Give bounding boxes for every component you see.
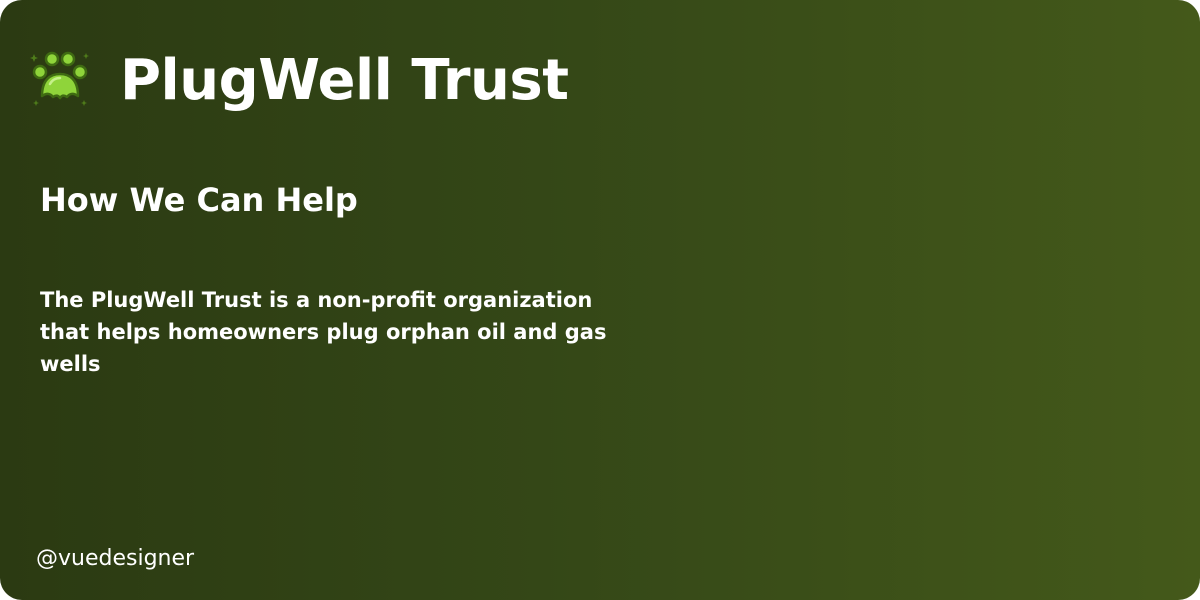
section-heading: How We Can Help <box>40 181 358 219</box>
brand-name: PlugWell Trust <box>120 48 569 113</box>
paw-icon <box>30 51 89 106</box>
social-card: PlugWell Trust How We Can Help The PlugW… <box>0 0 1200 600</box>
author-handle: @vuedesigner <box>36 546 195 571</box>
brand-header: PlugWell Trust <box>28 48 569 113</box>
section-description: The PlugWell Trust is a non-profit organ… <box>40 288 607 376</box>
